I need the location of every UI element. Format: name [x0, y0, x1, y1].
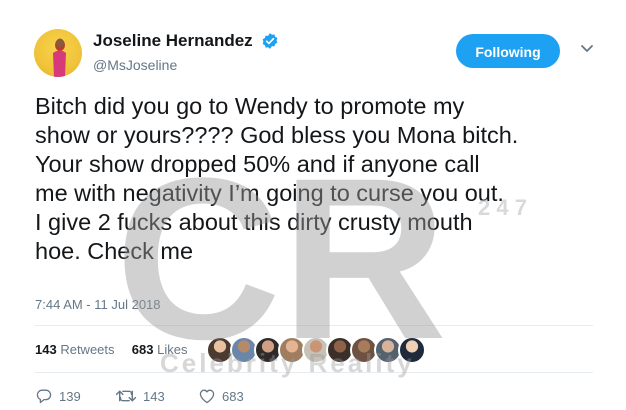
- reply-button[interactable]: 139: [35, 388, 81, 404]
- retweets-label[interactable]: Retweets: [60, 342, 114, 357]
- retweet-count: 143: [143, 389, 165, 404]
- author-display-name[interactable]: Joseline Hernandez: [93, 31, 253, 51]
- author-handle[interactable]: @MsJoseline: [93, 57, 279, 73]
- divider: [35, 372, 593, 373]
- engagement-stats: 143 Retweets 683 Likes: [35, 342, 187, 357]
- verified-badge-icon: [262, 33, 278, 49]
- liker-avatar[interactable]: [398, 336, 426, 364]
- author-info: Joseline Hernandez @MsJoseline: [93, 31, 279, 73]
- likes-count[interactable]: 683: [132, 342, 154, 357]
- retweets-count[interactable]: 143: [35, 342, 57, 357]
- tweet-timestamp[interactable]: 7:44 AM - 11 Jul 2018: [35, 297, 161, 312]
- following-button[interactable]: Following: [456, 34, 560, 68]
- reply-count: 139: [59, 389, 81, 404]
- reply-icon: [36, 389, 52, 404]
- avatar[interactable]: [34, 29, 82, 77]
- tweet-text: Bitch did you go to Wendy to promote my …: [35, 93, 519, 264]
- retweet-icon: [115, 390, 137, 402]
- like-count: 683: [222, 389, 244, 404]
- retweet-button[interactable]: 143: [115, 388, 165, 404]
- divider: [35, 325, 593, 326]
- chevron-down-icon[interactable]: [580, 44, 594, 54]
- heart-icon: [199, 389, 215, 404]
- user-avatar-icon: [53, 38, 66, 77]
- likes-label[interactable]: Likes: [157, 342, 187, 357]
- like-button[interactable]: 683: [198, 388, 244, 404]
